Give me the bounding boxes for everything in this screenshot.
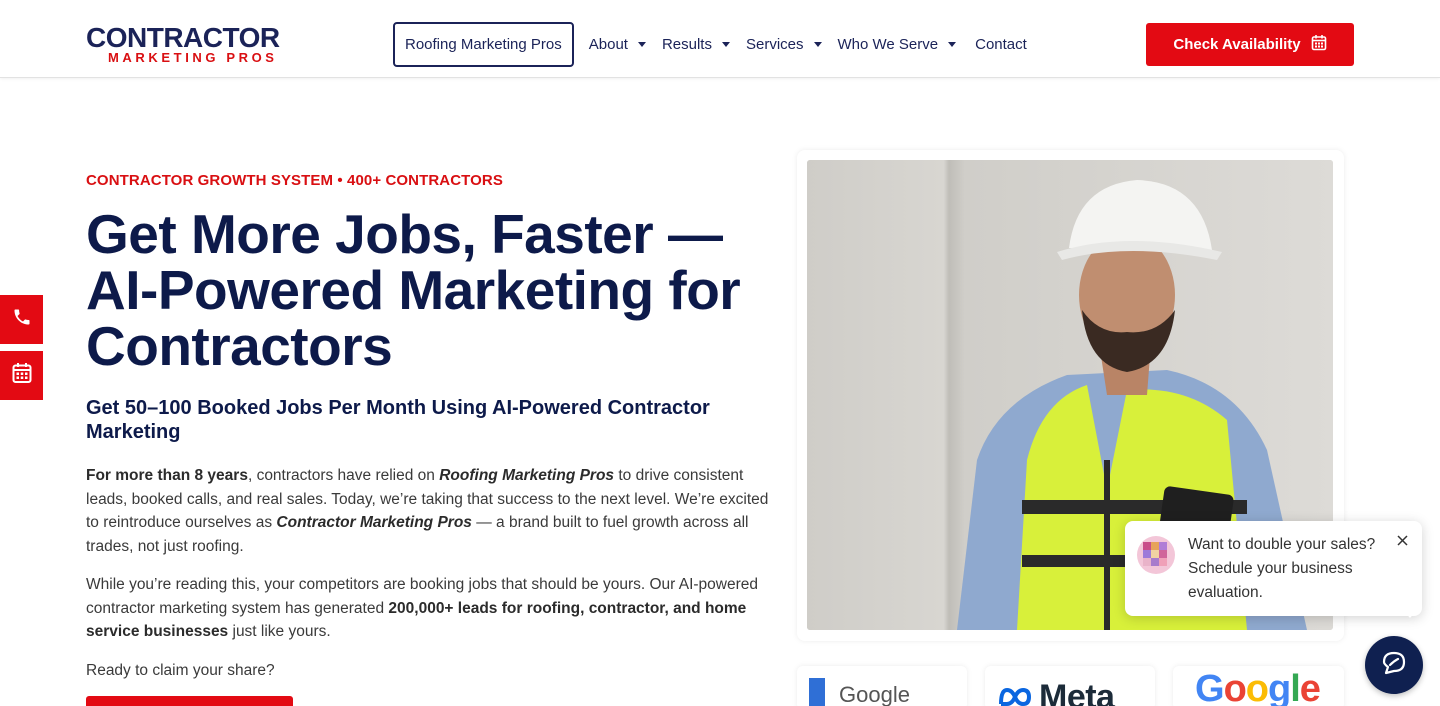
nav-services-label: Services bbox=[745, 36, 804, 53]
meta-infinity-icon bbox=[999, 687, 1032, 706]
partner-logo-label: Google bbox=[839, 682, 910, 706]
nav-contact-label: Contact bbox=[975, 36, 1027, 53]
chat-launcher-button[interactable] bbox=[1365, 636, 1423, 694]
chat-popup-tail bbox=[1403, 610, 1417, 618]
hero-headline: Get More Jobs, Faster — AI-Powered Marke… bbox=[86, 203, 741, 377]
intro-brand-new: Contractor Marketing Pros bbox=[276, 514, 472, 531]
nav-about-label: About bbox=[588, 36, 628, 53]
contractor-marketing-pros-logo[interactable]: CONTRACTOR MARKETING PROS bbox=[86, 24, 286, 65]
google-partner-badge-icon bbox=[809, 678, 825, 706]
hero-eyebrow: CONTRACTOR GROWTH SYSTEM • 400+ CONTRACT… bbox=[86, 172, 503, 189]
chevron-down-icon bbox=[948, 42, 957, 47]
site-header: CONTRACTOR MARKETING PROS Roofing Market… bbox=[0, 0, 1440, 78]
nav-who-we-serve[interactable]: Who We Serve bbox=[838, 36, 957, 53]
logo-subtext: MARKETING PROS bbox=[108, 50, 278, 65]
chat-popup[interactable]: Want to double your sales? Schedule your… bbox=[1125, 521, 1422, 616]
intro-text-1: , contractors have relied on bbox=[247, 467, 440, 484]
chevron-down-icon bbox=[813, 42, 822, 47]
results-text-2: just like yours. bbox=[228, 623, 331, 640]
logo-top-text: CONTRACTOR bbox=[86, 22, 280, 53]
chat-avatar bbox=[1137, 536, 1175, 574]
nav-services[interactable]: Services bbox=[746, 36, 822, 53]
close-icon[interactable] bbox=[1393, 531, 1411, 549]
nav-results-label: Results bbox=[661, 36, 712, 53]
calendar-icon bbox=[1311, 34, 1327, 55]
check-availability-label: Check Availability bbox=[1173, 36, 1301, 53]
nav-who-we-serve-label: Who We Serve bbox=[837, 36, 939, 53]
hero-paragraph-results: While you’re reading this, your competit… bbox=[86, 573, 776, 644]
intro-bold-text: For more than 8 years bbox=[86, 467, 248, 484]
partner-logo-google-partner: Google bbox=[797, 666, 967, 706]
chat-message: Want to double your sales? Schedule your… bbox=[1188, 536, 1376, 601]
intro-brand-old: Roofing Marketing Pros bbox=[439, 467, 615, 484]
phone-icon bbox=[12, 307, 32, 332]
nav-about[interactable]: About bbox=[589, 36, 646, 53]
partner-logo-label: Google bbox=[1195, 668, 1321, 706]
partner-logo-meta: Meta bbox=[985, 666, 1155, 706]
chevron-down-icon bbox=[637, 42, 646, 47]
logo-wordmark: CONTRACTOR bbox=[86, 24, 286, 52]
nav-results[interactable]: Results bbox=[662, 36, 730, 53]
hero-subheading: Get 50–100 Booked Jobs Per Month Using A… bbox=[86, 397, 710, 443]
partner-logo-label: Meta bbox=[1039, 678, 1115, 706]
chat-bubble-icon bbox=[1380, 649, 1408, 682]
schedule-side-button[interactable] bbox=[0, 351, 43, 400]
hero-paragraph-claim: Ready to claim your share? bbox=[86, 662, 275, 679]
calendar-icon bbox=[12, 362, 32, 389]
nav-roofing-marketing-pros[interactable]: Roofing Marketing Pros bbox=[393, 22, 574, 67]
chevron-down-icon bbox=[721, 42, 730, 47]
partner-logo-google: Google bbox=[1173, 666, 1344, 706]
call-side-button[interactable] bbox=[0, 295, 43, 344]
check-availability-button[interactable]: Check Availability bbox=[1146, 23, 1354, 66]
hero-cta-button[interactable] bbox=[86, 696, 293, 706]
nav-contact[interactable]: Contact bbox=[975, 36, 1027, 53]
hero-paragraph-intro: For more than 8 years, contractors have … bbox=[86, 464, 776, 558]
main-nav: Roofing Marketing Pros About Results Ser… bbox=[393, 22, 1027, 67]
